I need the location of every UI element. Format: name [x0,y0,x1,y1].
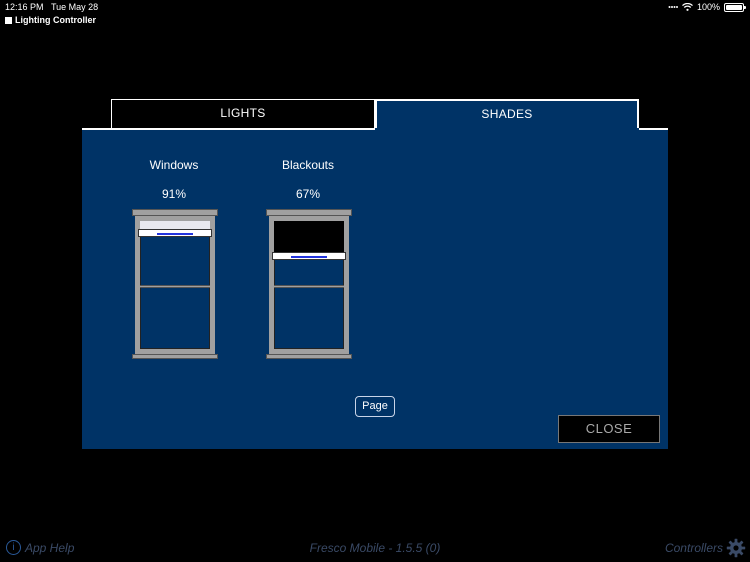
window-frame [269,216,349,354]
active-tab-join [375,128,639,130]
status-time: 12:16 PM [5,2,44,12]
window-sill [132,354,218,359]
battery-percent: 100% [696,2,720,12]
shade-handle [291,256,327,258]
tab-lights[interactable]: LIGHTS [111,99,375,128]
tab-shades[interactable]: SHADES [375,99,639,128]
page-button[interactable]: Page [355,396,395,417]
shade-name-blackouts: Blackouts [281,158,335,172]
app-square-icon [5,16,12,24]
app-title: Lighting Controller [5,15,96,25]
close-button[interactable]: CLOSE [558,415,660,443]
window-header [266,209,352,216]
window-mullion [140,285,210,288]
shade-fabric [274,221,344,252]
shade-bottom-bar[interactable] [138,229,212,237]
version-text: Fresco Mobile - 1.5.5 (0) [309,541,441,555]
status-date: Tue May 28 [51,2,99,12]
gear-icon [726,538,746,558]
window-frame [135,216,215,354]
app-title-text: Lighting Controller [15,15,96,25]
footer: i App Help Fresco Mobile - 1.5.5 (0) Con… [0,536,750,560]
window-sill [266,354,352,359]
controllers-link[interactable]: Controllers [665,538,746,558]
controllers-label: Controllers [664,541,723,555]
status-indicators: 100% [668,2,746,12]
shade-percent-blackouts: 67% [295,187,321,201]
shade-window-blackouts[interactable] [266,209,352,359]
shade-name-windows: Windows [149,158,199,172]
battery-fill [726,4,742,10]
status-bar: 12:16 PM Tue May 28 100% [0,0,750,14]
window-header [132,209,218,216]
shade-percent-windows: 91% [161,187,187,201]
shade-window-windows[interactable] [132,209,218,359]
battery-icon [724,2,746,12]
shade-bottom-bar[interactable] [272,252,346,260]
wifi-icon [682,3,693,11]
shades-panel: Windows 91% Blackouts 67% Page CLOSE [82,128,668,449]
signal-dots-icon [668,6,678,8]
window-mullion [274,285,344,288]
shade-fabric [140,221,210,229]
shade-handle [157,233,193,235]
